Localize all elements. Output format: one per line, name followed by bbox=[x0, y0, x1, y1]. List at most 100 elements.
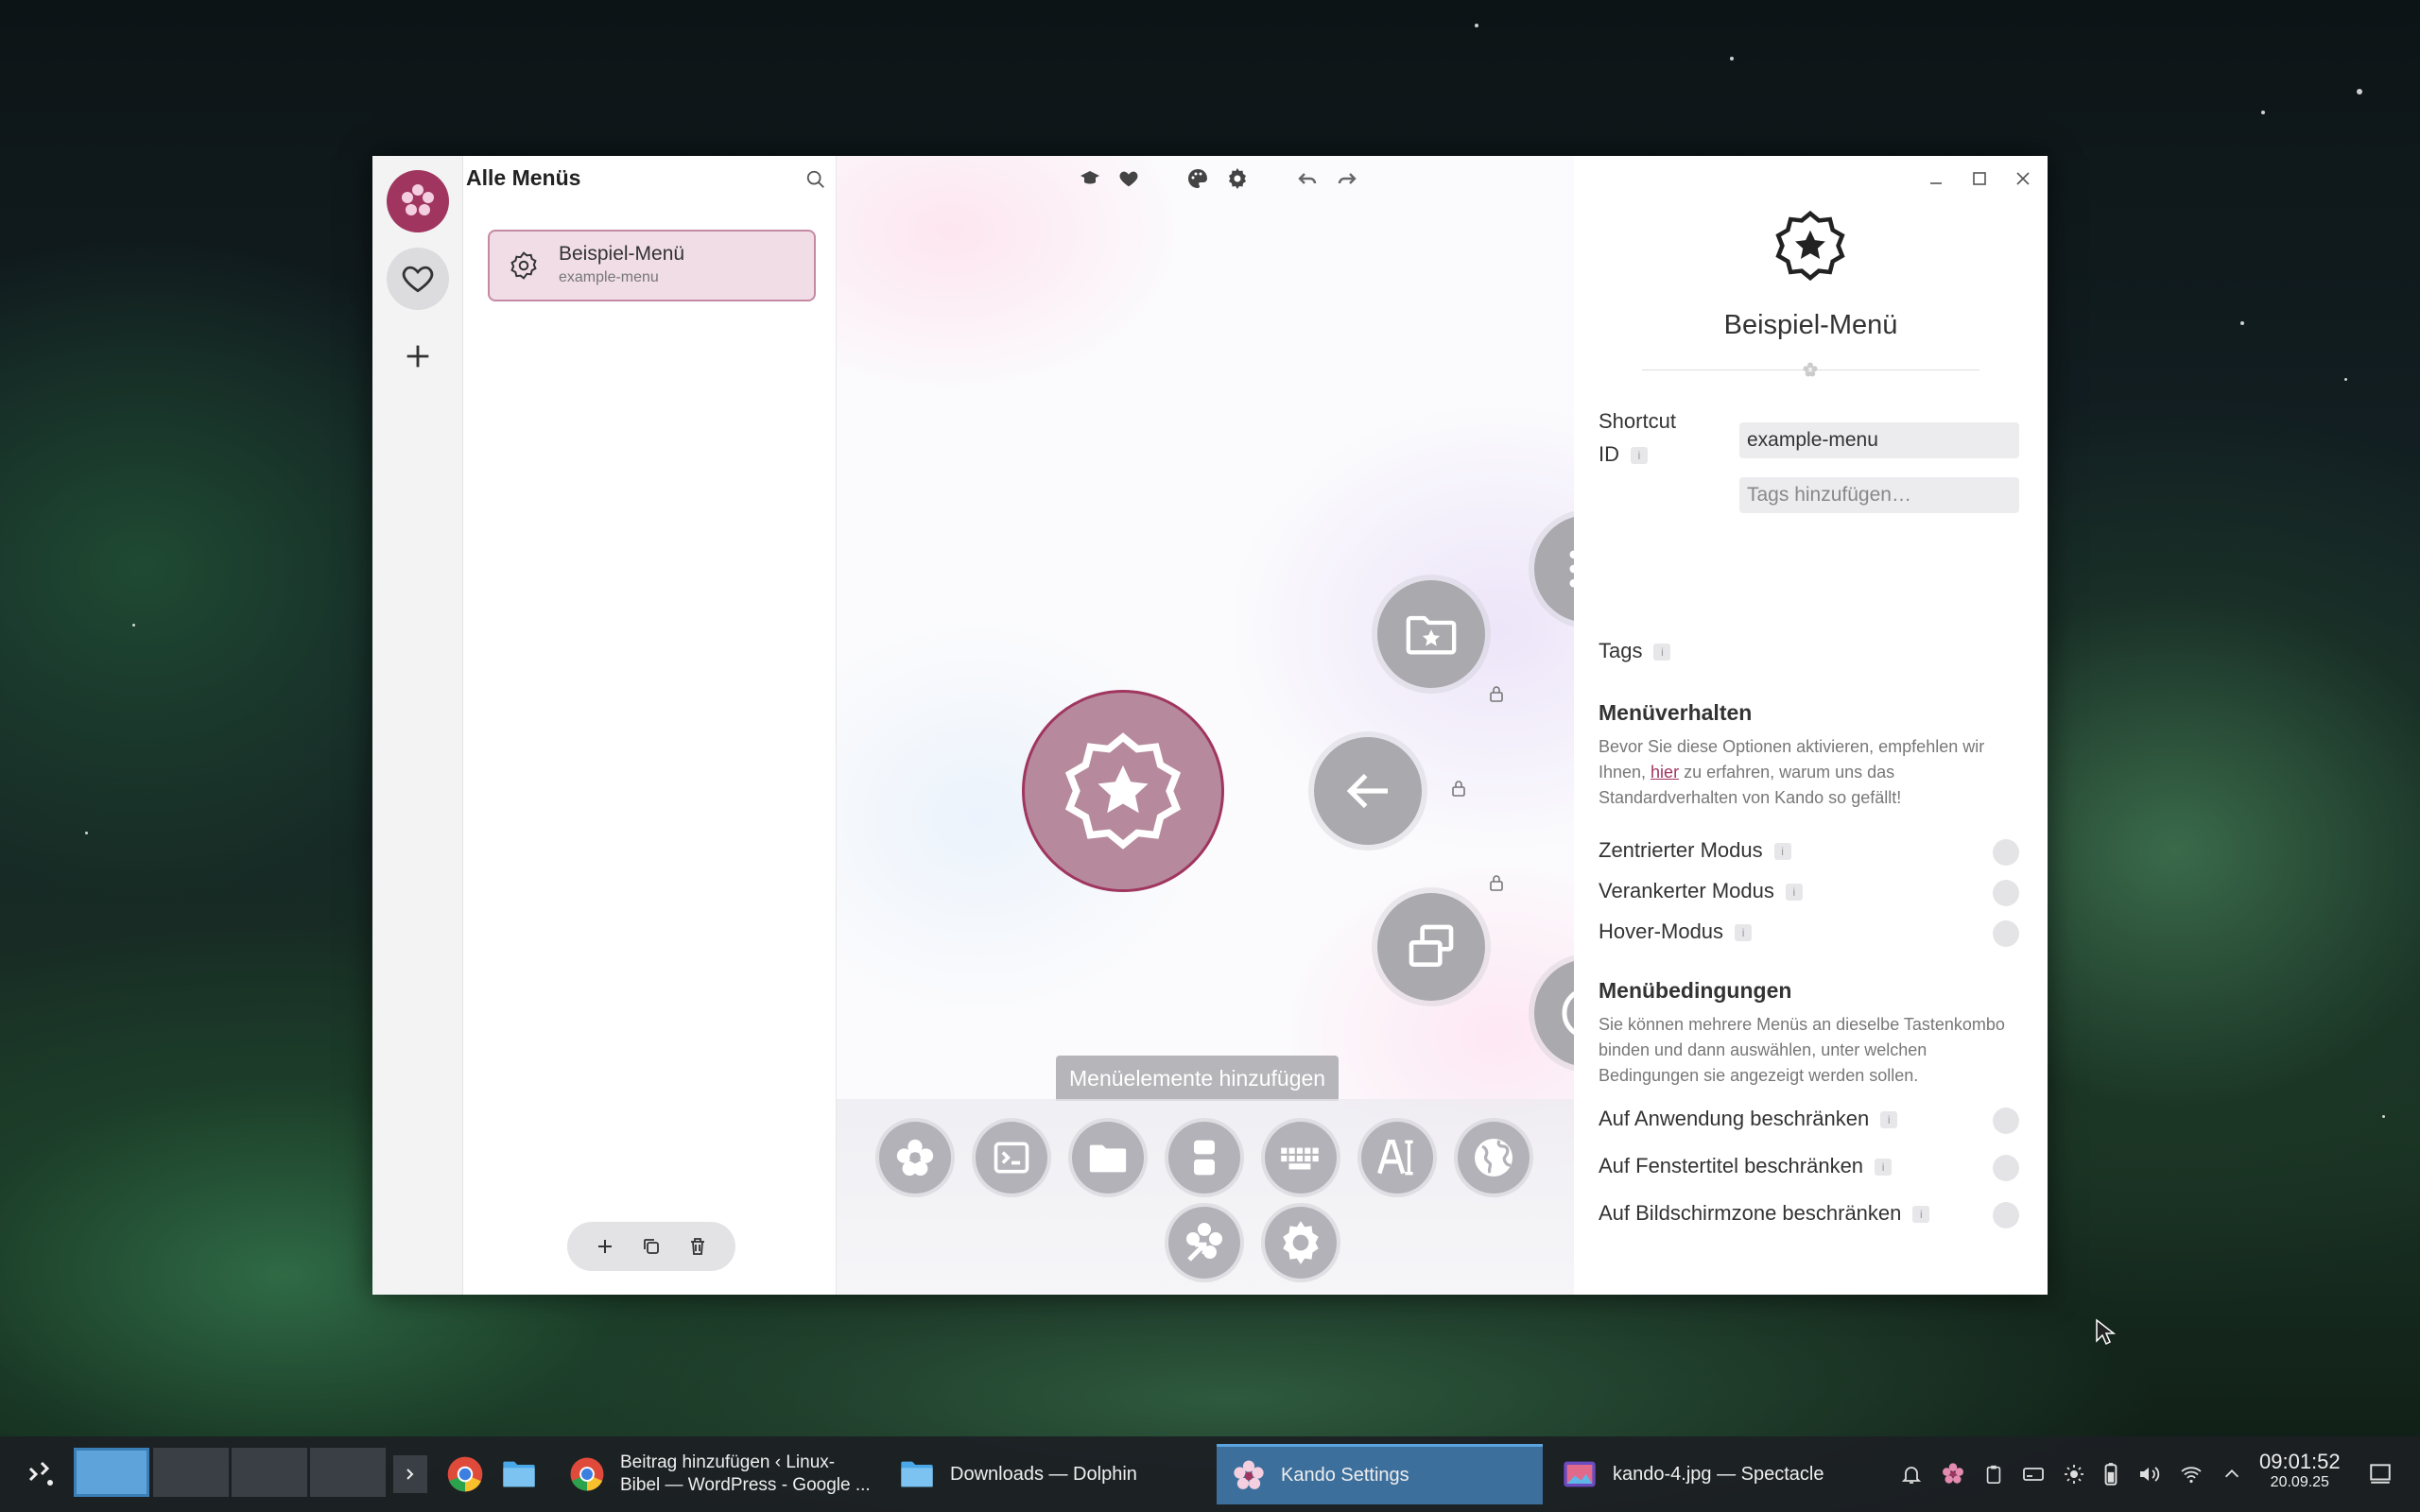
chrome-launcher-icon[interactable] bbox=[444, 1453, 486, 1495]
info-icon[interactable]: i bbox=[1880, 1111, 1898, 1129]
minimize-icon[interactable] bbox=[1927, 169, 1945, 188]
trash-icon[interactable] bbox=[686, 1235, 709, 1258]
virtual-desktop-3[interactable] bbox=[232, 1448, 307, 1497]
palette-item-hotkey[interactable] bbox=[1168, 1122, 1240, 1194]
window-controls bbox=[1927, 169, 2032, 188]
virtual-desktop-4[interactable] bbox=[310, 1448, 386, 1497]
menu-center-node[interactable] bbox=[1022, 690, 1224, 892]
task-spectacle[interactable]: kando-4.jpg — Spectacle bbox=[1547, 1444, 1873, 1504]
taskbar-expand-button[interactable] bbox=[393, 1455, 427, 1493]
task-spectacle-label: kando-4.jpg — Spectacle bbox=[1613, 1463, 1824, 1485]
keyboard-icon bbox=[1281, 1147, 1319, 1170]
wifi-icon[interactable] bbox=[2178, 1463, 2204, 1486]
anchored-mode-toggle[interactable] bbox=[1993, 880, 2019, 906]
cond-title-toggle[interactable] bbox=[1993, 1155, 2019, 1181]
task-kando-settings[interactable]: Kando Settings bbox=[1217, 1444, 1543, 1504]
info-icon[interactable]: i bbox=[1735, 924, 1753, 942]
windows-icon bbox=[1409, 924, 1454, 967]
menu-preview-canvas: Menüelemente hinzufügen bbox=[837, 156, 1876, 1295]
volume-icon[interactable] bbox=[2136, 1463, 2161, 1486]
lock-icon[interactable] bbox=[1489, 874, 1504, 891]
lock-icon[interactable] bbox=[1451, 780, 1466, 797]
duplicate-icon[interactable] bbox=[640, 1235, 663, 1258]
close-icon[interactable] bbox=[2014, 169, 2032, 188]
palette-item-text[interactable] bbox=[1361, 1122, 1433, 1194]
cond-zone-toggle[interactable] bbox=[1993, 1202, 2019, 1228]
hover-mode-toggle[interactable] bbox=[1993, 920, 2019, 947]
child-indicator bbox=[1476, 916, 1497, 937]
cond-app-label: Auf Anwendung beschränken bbox=[1599, 1107, 1870, 1130]
info-icon[interactable]: i bbox=[1631, 447, 1648, 465]
centered-mode-label: Zentrierter Modus bbox=[1599, 838, 1763, 862]
shortcut-id-label-2-row: ID i bbox=[1599, 442, 1648, 467]
virtual-desktop-1[interactable] bbox=[74, 1448, 149, 1497]
menu-card-beispiel[interactable]: Beispiel-Menü example-menu bbox=[488, 230, 816, 301]
folder-app-icon bbox=[901, 1461, 933, 1487]
palette-item-settings[interactable] bbox=[1265, 1207, 1337, 1279]
palette-icon[interactable] bbox=[1186, 167, 1209, 190]
mouse-cursor-icon bbox=[2096, 1318, 2116, 1346]
task-dolphin[interactable]: Downloads — Dolphin bbox=[884, 1444, 1215, 1504]
heart-icon[interactable] bbox=[1118, 168, 1139, 189]
palette-item-redirect[interactable] bbox=[1168, 1207, 1240, 1279]
undo-icon[interactable] bbox=[1296, 167, 1319, 190]
show-desktop-icon[interactable] bbox=[2367, 1461, 2394, 1486]
child-indicator bbox=[1412, 800, 1434, 822]
properties-panel: Beispiel-Menü Shortcut IDi Tagsi Menüver… bbox=[1574, 156, 2048, 1295]
gear-icon[interactable] bbox=[1226, 167, 1249, 190]
kando-icon bbox=[1234, 1459, 1264, 1489]
palette-item-uri[interactable] bbox=[1458, 1122, 1530, 1194]
terminal-icon bbox=[994, 1142, 1029, 1174]
palette-item-macro[interactable] bbox=[1265, 1122, 1337, 1194]
kando-logo-button[interactable] bbox=[387, 170, 449, 232]
task-chrome-label: Beitrag hinzufügen ‹ Linux- Bibel — WordP… bbox=[620, 1452, 871, 1497]
conditions-heading: Menübedingungen bbox=[1599, 978, 1792, 1003]
centered-mode-toggle[interactable] bbox=[1993, 839, 2019, 866]
files-launcher-icon[interactable] bbox=[499, 1455, 539, 1493]
cond-app-toggle[interactable] bbox=[1993, 1108, 2019, 1134]
search-button[interactable] bbox=[805, 169, 826, 195]
redo-icon[interactable] bbox=[1336, 167, 1358, 190]
flower-icon bbox=[896, 1139, 934, 1177]
drive-icon[interactable] bbox=[2021, 1463, 2046, 1486]
task-dolphin-label: Downloads — Dolphin bbox=[950, 1463, 1137, 1485]
palette-item-submenu[interactable] bbox=[879, 1122, 951, 1194]
behavior-help-link[interactable]: hier bbox=[1651, 763, 1679, 782]
task-chrome-wordpress[interactable]: Beitrag hinzufügen ‹ Linux- Bibel — WordP… bbox=[554, 1444, 875, 1504]
virtual-desktop-2[interactable] bbox=[153, 1448, 229, 1497]
hover-mode-label-row: Hover-Modus i bbox=[1599, 919, 1753, 944]
info-icon[interactable]: i bbox=[1773, 843, 1791, 861]
battery-icon[interactable] bbox=[2102, 1462, 2119, 1486]
menu-icon-picker[interactable] bbox=[1749, 198, 1872, 293]
shortcut-id-label-2: ID bbox=[1599, 442, 1619, 466]
maximize-icon[interactable] bbox=[1970, 169, 1989, 188]
shortcut-id-label-1: Shortcut bbox=[1599, 409, 1676, 433]
graduation-cap-icon[interactable] bbox=[1079, 167, 1101, 190]
folder-star-icon bbox=[1406, 615, 1457, 655]
clock[interactable]: 09:01:52 20.09.25 bbox=[2259, 1450, 2341, 1491]
brightness-icon[interactable] bbox=[2063, 1463, 2085, 1486]
chevron-up-icon[interactable] bbox=[2221, 1464, 2242, 1485]
palette-item-file[interactable] bbox=[1072, 1122, 1144, 1194]
favorites-button[interactable] bbox=[387, 248, 449, 310]
lock-icon[interactable] bbox=[1489, 685, 1504, 702]
globe-icon bbox=[1475, 1139, 1512, 1177]
kando-tray-icon[interactable] bbox=[1940, 1461, 1966, 1487]
info-icon[interactable]: i bbox=[1785, 884, 1803, 902]
tags-label: Tags bbox=[1599, 639, 1643, 662]
info-icon[interactable]: i bbox=[1653, 644, 1671, 662]
info-icon[interactable]: i bbox=[1875, 1159, 1893, 1177]
menu-node-bookmarks[interactable] bbox=[1365, 568, 1497, 688]
menu-node-prev[interactable] bbox=[1302, 725, 1434, 845]
shortcut-id-field[interactable] bbox=[1739, 422, 2019, 458]
notifications-icon[interactable] bbox=[1900, 1463, 1923, 1486]
add-collection-button[interactable] bbox=[387, 325, 449, 387]
add-menu-icon[interactable] bbox=[594, 1235, 616, 1258]
app-launcher-icon[interactable] bbox=[25, 1457, 59, 1491]
palette-item-command[interactable] bbox=[976, 1122, 1047, 1194]
info-icon[interactable]: i bbox=[1912, 1206, 1930, 1224]
clipboard-tray-icon[interactable] bbox=[1983, 1463, 2004, 1486]
menu-node-windows[interactable] bbox=[1365, 881, 1497, 1001]
tags-field[interactable] bbox=[1739, 477, 2019, 513]
menu-name-title[interactable]: Beispiel-Menü bbox=[1574, 310, 2048, 341]
